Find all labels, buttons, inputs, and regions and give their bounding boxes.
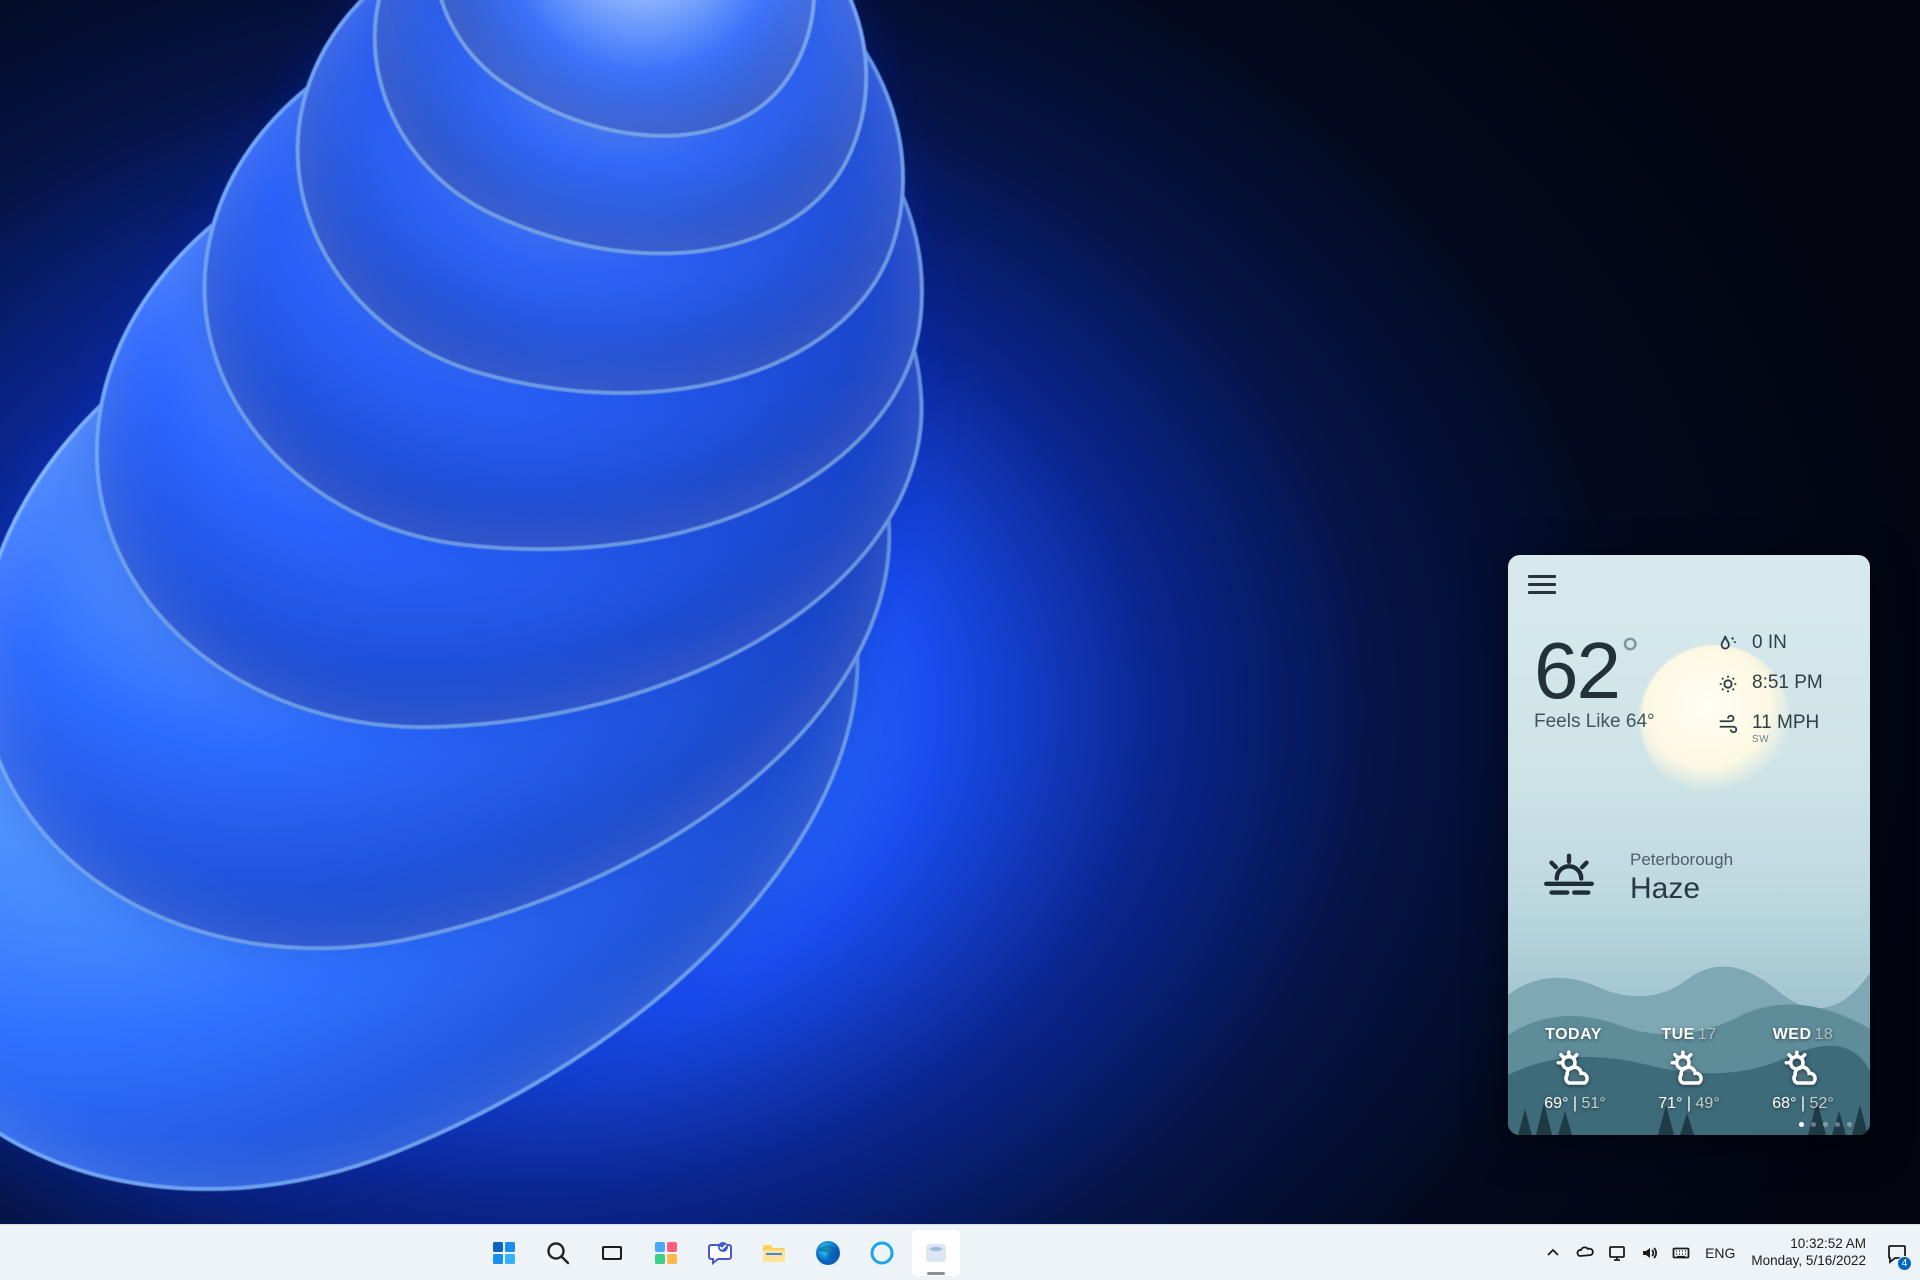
search-button[interactable] <box>533 1229 583 1277</box>
taskbar-pinned-apps <box>479 1229 961 1277</box>
raindrop-icon <box>1716 633 1740 655</box>
forecast-day-label: WED <box>1773 1026 1812 1043</box>
clock-time: 10:32:52 AM <box>1751 1236 1866 1253</box>
wind-icon <box>1716 713 1740 735</box>
chat-button[interactable] <box>695 1229 745 1277</box>
start-button[interactable] <box>479 1229 529 1277</box>
sunset-value: 8:51 PM <box>1752 673 1823 692</box>
weather-location: Peterborough <box>1630 850 1733 870</box>
task-view-button[interactable] <box>587 1229 637 1277</box>
forecast-day[interactable]: TUE17 71° | 49° <box>1634 1026 1744 1113</box>
running-app-button[interactable] <box>911 1229 961 1277</box>
wind-value: 11 MPH <box>1752 713 1819 732</box>
forecast-day[interactable]: TODAY 69° | 51° <box>1520 1026 1630 1113</box>
edge-browser-button[interactable] <box>803 1229 853 1277</box>
language-indicator[interactable]: ENG <box>1699 1229 1741 1277</box>
wind-direction: SW <box>1752 734 1819 745</box>
forecast-row: TODAY 69° | 51° TUE17 71° | 49° WED18 68… <box>1508 1026 1870 1113</box>
cortana-button[interactable] <box>857 1229 907 1277</box>
forecast-hi: 69° <box>1544 1095 1568 1112</box>
precipitation-row: 0 IN <box>1716 633 1846 655</box>
partly-cloudy-icon <box>1634 1050 1744 1091</box>
file-explorer-button[interactable] <box>749 1229 799 1277</box>
weather-main: 62° Feels Like 64° <box>1534 625 1655 733</box>
current-temp: 62 <box>1534 626 1619 715</box>
forecast-day-label: TODAY <box>1545 1026 1602 1043</box>
forecast-lo: 51° <box>1582 1095 1606 1112</box>
notification-count-badge: 4 <box>1897 1256 1912 1271</box>
clock-date: Monday, 5/16/2022 <box>1751 1253 1866 1270</box>
forecast-day[interactable]: WED18 68° | 52° <box>1748 1026 1858 1113</box>
system-tray: ENG 10:32:52 AM Monday, 5/16/2022 4 <box>1539 1225 1914 1280</box>
display-project-icon[interactable] <box>1603 1229 1631 1277</box>
forecast-day-num: 17 <box>1698 1026 1717 1043</box>
tray-chevron-up-icon[interactable] <box>1539 1229 1567 1277</box>
onedrive-icon[interactable] <box>1571 1229 1599 1277</box>
partly-cloudy-icon <box>1748 1050 1858 1091</box>
forecast-hi: 71° <box>1658 1095 1682 1112</box>
taskbar-clock[interactable]: 10:32:52 AM Monday, 5/16/2022 <box>1745 1236 1876 1270</box>
wind-row: 11 MPH SW <box>1716 713 1846 745</box>
forecast-lo: 52° <box>1810 1095 1834 1112</box>
partly-cloudy-icon <box>1520 1050 1630 1091</box>
volume-icon[interactable] <box>1635 1229 1663 1277</box>
precip-value: 0 IN <box>1752 633 1787 652</box>
wallpaper-art <box>0 0 1327 1224</box>
widget-page-dots[interactable] <box>1799 1122 1852 1127</box>
haze-icon <box>1534 845 1604 910</box>
forecast-day-num: 18 <box>1815 1026 1834 1043</box>
input-keyboard-icon[interactable] <box>1667 1229 1695 1277</box>
desktop-wallpaper[interactable]: 62° Feels Like 64° 0 IN 8:51 PM <box>0 0 1920 1224</box>
sunset-icon <box>1716 673 1740 695</box>
widget-menu-button[interactable] <box>1528 575 1556 595</box>
forecast-day-label: TUE <box>1661 1026 1695 1043</box>
widgets-button[interactable] <box>641 1229 691 1277</box>
forecast-hi: 68° <box>1772 1095 1796 1112</box>
sunset-row: 8:51 PM <box>1716 673 1846 695</box>
weather-condition: Haze <box>1630 872 1733 906</box>
temp-unit: ° <box>1621 628 1637 680</box>
taskbar: ENG 10:32:52 AM Monday, 5/16/2022 4 <box>0 1224 1920 1280</box>
forecast-lo: 49° <box>1696 1095 1720 1112</box>
notifications-button[interactable]: 4 <box>1880 1229 1914 1277</box>
weather-widget[interactable]: 62° Feels Like 64° 0 IN 8:51 PM <box>1508 555 1870 1135</box>
